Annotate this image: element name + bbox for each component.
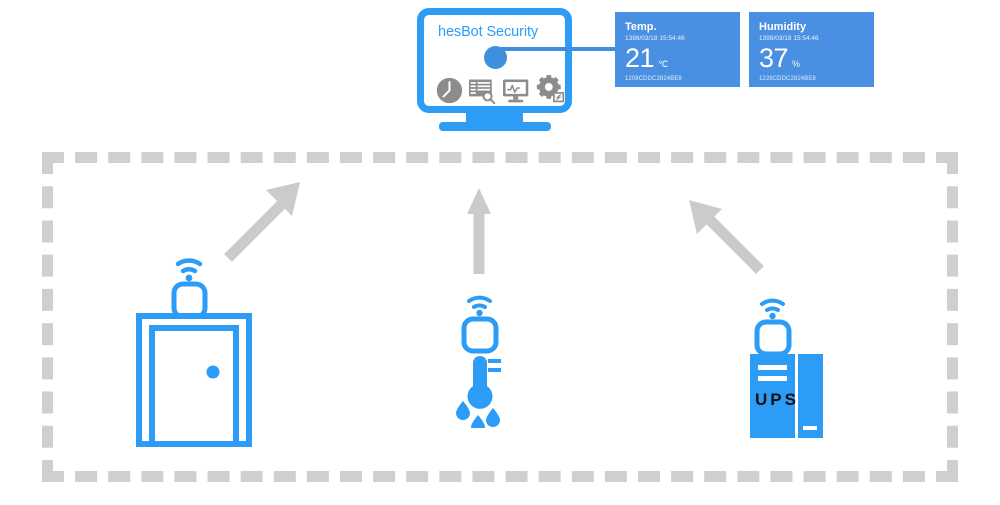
- card-device-id: 1208CDDC2824BE8: [625, 76, 682, 82]
- monitor-stand-base: [439, 122, 551, 131]
- monitor-screen: hesBot Security: [417, 8, 572, 113]
- clock-icon[interactable]: [436, 77, 463, 109]
- card-title: Humidity: [759, 21, 807, 33]
- card-unit: ℃: [658, 59, 669, 69]
- card-value: 37: [759, 43, 789, 73]
- ups-sensor[interactable]: [740, 293, 832, 439]
- arrow-sensor-to-monitor: [467, 188, 491, 274]
- monitor-title: hesBot Security: [438, 24, 539, 40]
- diagram-canvas: hesBot Security Temp. 1398/03/18 15:54:4…: [0, 0, 1000, 505]
- monitor-icon-bar: [436, 75, 565, 109]
- monitor-chart-icon[interactable]: [502, 77, 531, 109]
- card-value: 21: [625, 43, 655, 73]
- arrow-ups-to-monitor: [689, 200, 764, 274]
- temperature-humidity-sensor[interactable]: [443, 288, 525, 428]
- reading-cards: Temp. 1398/03/18 15:54:46 21 ℃ 1208CDDC2…: [615, 12, 874, 87]
- card-value-row: 21 ℃: [625, 45, 668, 72]
- card-title: Temp.: [625, 21, 657, 33]
- temperature-card[interactable]: Temp. 1398/03/18 15:54:46 21 ℃ 1208CDDC2…: [615, 12, 740, 87]
- card-device-id: 1228CDDC2824BE8: [759, 76, 816, 82]
- card-timestamp: 1398/03/18 15:54:46: [759, 35, 819, 43]
- humidity-card[interactable]: Humidity 1398/03/18 15:54:46 37 % 1228CD…: [749, 12, 874, 87]
- card-unit: %: [792, 59, 801, 69]
- door-sensor[interactable]: [130, 243, 258, 448]
- ups-label: UPS: [755, 390, 799, 409]
- connector-line: [491, 47, 625, 51]
- card-timestamp: 1398/03/18 15:54:46: [625, 35, 685, 43]
- report-search-icon[interactable]: [468, 77, 497, 109]
- settings-gear-icon[interactable]: [536, 75, 565, 109]
- card-value-row: 37 %: [759, 45, 800, 72]
